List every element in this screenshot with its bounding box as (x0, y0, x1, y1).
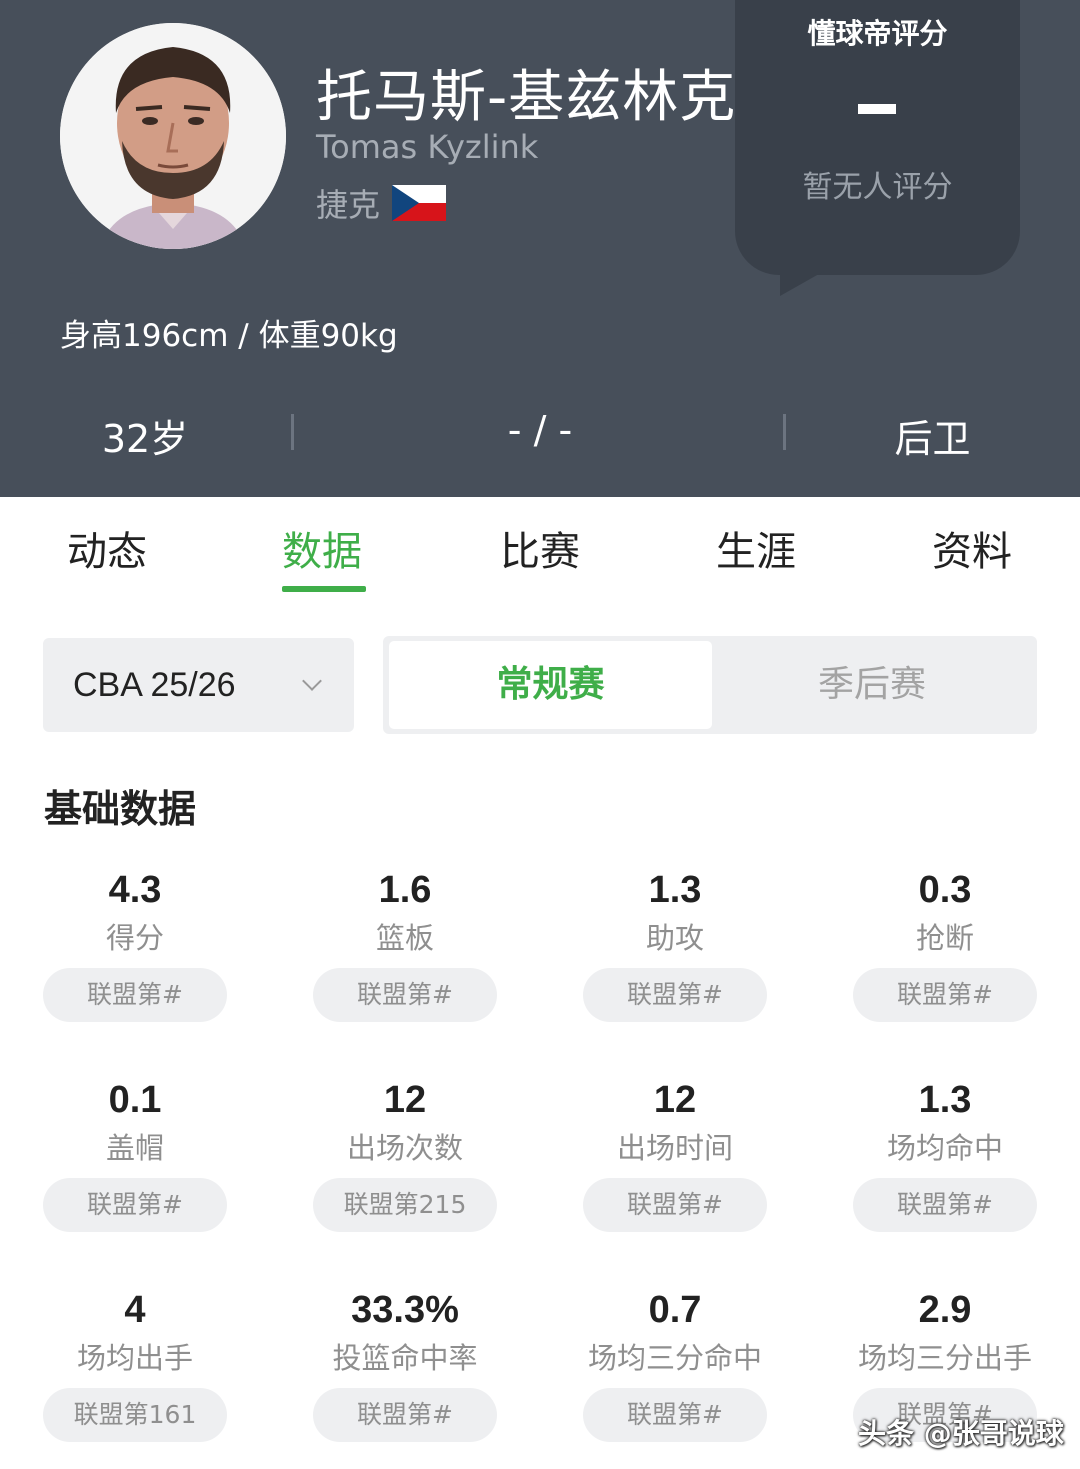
stat-league-rank: 联盟第# (583, 1178, 767, 1232)
rating-subtitle: 暂无人评分 (802, 170, 953, 205)
rating-bubble-tail (780, 270, 826, 296)
tab-career[interactable]: 生涯 (716, 519, 796, 577)
player-name-cn: 托马斯-基兹林克 (316, 65, 737, 130)
player-header: 托马斯-基兹林克 Tomas Kyzlink 捷克 懂球帝评分 暂无人评分 身高… (0, 0, 1080, 497)
stat-label: 出场时间 (616, 1131, 733, 1165)
rating-value-dash (858, 104, 896, 114)
height-weight: 身高196cm / 体重90kg (60, 318, 398, 354)
stat-label: 助攻 (645, 921, 704, 955)
stat-league-rank: 联盟第# (583, 1388, 767, 1442)
stat-league-rank: 联盟第# (43, 1178, 227, 1232)
stat-value: 1.3 (648, 869, 702, 911)
stat-label: 场均三分出手 (857, 1341, 1032, 1375)
stat-card[interactable]: 0.3 抢断联盟第# (853, 866, 1037, 1022)
stat-value: 1.3 (918, 1079, 972, 1121)
season-select[interactable]: CBA 25/26 (43, 638, 354, 732)
stat-card[interactable]: 1.6 篮板联盟第# (313, 866, 497, 1022)
stat-label: 篮板 (375, 921, 434, 955)
stat-league-rank: 联盟第# (583, 968, 767, 1022)
tab-profile[interactable]: 资料 (932, 519, 1012, 577)
stat-league-rank: 联盟第215 (313, 1178, 497, 1232)
stat-card[interactable]: 33.3% 投篮命中率联盟第# (313, 1286, 497, 1442)
player-position: 后卫 (894, 417, 971, 461)
player-age: 32岁 (101, 417, 189, 461)
segment-regular-season[interactable]: 常规赛 (389, 641, 712, 729)
season-type-toggle: 常规赛 季后赛 (383, 636, 1037, 734)
section-title: 基础数据 (44, 787, 197, 831)
stat-card[interactable]: 12 出场时间联盟第# (583, 1076, 767, 1232)
stat-value: 0.3 (918, 869, 972, 911)
stat-label: 场均命中 (886, 1131, 1003, 1165)
tab-stats[interactable]: 数据 (282, 519, 362, 577)
watermark: 头条 @张哥说球 (858, 1417, 1064, 1450)
info-row: 32岁 - / - 后卫 (0, 408, 1080, 464)
season-select-value: CBA 25/26 (73, 666, 236, 704)
stat-league-rank: 联盟第# (853, 968, 1037, 1022)
stat-card[interactable]: 0.7 场均三分命中联盟第# (583, 1286, 767, 1442)
player-name-en: Tomas Kyzlink (316, 128, 539, 166)
stat-value: 0.1 (108, 1079, 162, 1121)
chevron-down-icon (302, 671, 322, 691)
stat-value: 33.3% (351, 1289, 459, 1331)
stat-card[interactable]: 4.3 得分联盟第# (43, 866, 227, 1022)
stat-label: 场均出手 (76, 1341, 193, 1375)
stat-value: 4 (124, 1289, 146, 1331)
stat-card[interactable]: 0.1 盖帽联盟第# (43, 1076, 227, 1232)
tab-matches[interactable]: 比赛 (500, 519, 580, 577)
tab-bar: 动态 数据 比赛 生涯 资料 (0, 497, 1080, 597)
tab-feed[interactable]: 动态 (67, 519, 147, 577)
stat-value: 4.3 (108, 869, 162, 911)
czech-flag-icon (392, 185, 447, 221)
player-number-team: - / - (507, 408, 573, 452)
country-label: 捷克 (316, 186, 381, 224)
stat-value: 12 (383, 1079, 427, 1121)
stat-value: 0.7 (648, 1289, 702, 1331)
rating-title: 懂球帝评分 (807, 17, 948, 50)
stat-label: 盖帽 (105, 1131, 164, 1165)
stat-card[interactable]: 4 场均出手联盟第161 (43, 1286, 227, 1442)
player-country: 捷克 (316, 180, 447, 226)
stat-label: 投篮命中率 (332, 1341, 478, 1375)
stat-league-rank: 联盟第161 (43, 1388, 227, 1442)
segment-playoffs[interactable]: 季后赛 (712, 641, 1032, 729)
stat-league-rank: 联盟第# (313, 1388, 497, 1442)
stat-league-rank: 联盟第# (313, 968, 497, 1022)
stat-label: 出场次数 (346, 1131, 463, 1165)
stat-value: 2.9 (918, 1289, 972, 1331)
stat-league-rank: 联盟第# (853, 1178, 1037, 1232)
divider (783, 414, 786, 450)
active-tab-indicator (282, 586, 366, 592)
stat-card[interactable]: 12 出场次数联盟第215 (313, 1076, 497, 1232)
divider (291, 414, 294, 450)
stat-card[interactable]: 1.3 场均命中联盟第# (853, 1076, 1037, 1232)
stat-label: 场均三分命中 (587, 1341, 762, 1375)
stat-value: 12 (653, 1079, 697, 1121)
stat-label: 抢断 (915, 921, 974, 955)
player-avatar (60, 23, 286, 249)
stat-label: 得分 (105, 921, 164, 955)
stat-card[interactable]: 1.3 助攻联盟第# (583, 866, 767, 1022)
stat-league-rank: 联盟第# (43, 968, 227, 1022)
stat-value: 1.6 (378, 869, 432, 911)
